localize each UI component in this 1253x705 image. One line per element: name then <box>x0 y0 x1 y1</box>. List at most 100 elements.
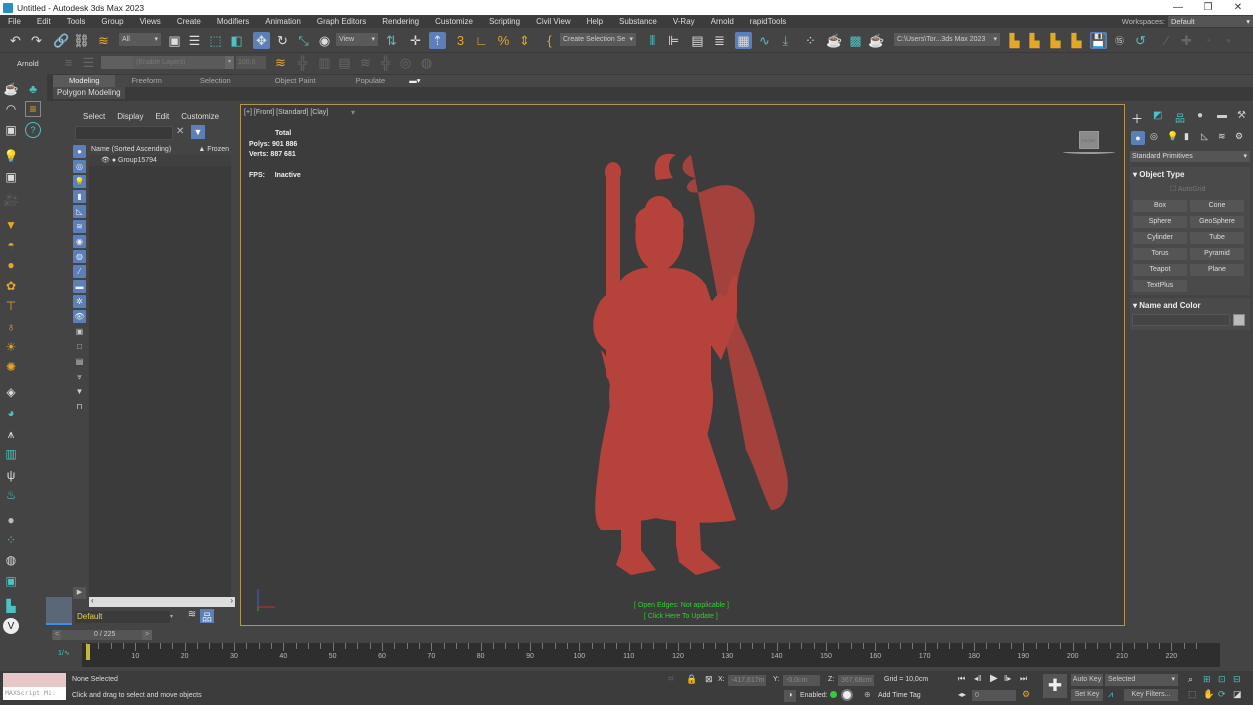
scene-explorer-toggle-icon[interactable]: ≡ <box>25 101 41 117</box>
material-editor-icon[interactable]: ⁘ <box>802 32 819 49</box>
display-frozen-icon[interactable]: ▤ <box>73 355 86 368</box>
list-item[interactable]: 👁 ● Group15794 <box>89 155 231 166</box>
layers-stack-icon[interactable]: ☰ <box>80 54 97 71</box>
next-key-icon[interactable]: ‖▸ <box>1004 674 1011 683</box>
menu-civil-view[interactable]: Civil View <box>528 17 579 26</box>
set-key-button[interactable]: Set Key <box>1071 689 1103 701</box>
close-button[interactable]: ✕ <box>1222 0 1253 15</box>
menu-modifiers[interactable]: Modifiers <box>209 17 257 26</box>
menu-vray[interactable]: V-Ray <box>665 17 703 26</box>
display-references-icon[interactable]: □ <box>73 340 86 353</box>
named-selection-dropdown[interactable]: Create Selection Se <box>560 33 636 46</box>
brush-icon[interactable]: ⁄ <box>1158 32 1175 49</box>
material-library-icon[interactable]: ⁘ <box>3 532 19 548</box>
menu-graph-editors[interactable]: Graph Editors <box>309 17 374 26</box>
x-coordinate-field[interactable]: -417,617m <box>728 675 766 686</box>
autobackup-icon[interactable]: ⑮ <box>1111 32 1128 49</box>
menu-create[interactable]: Create <box>169 17 209 26</box>
arch-icon[interactable]: ◠ <box>3 101 19 117</box>
grass-icon[interactable]: ψ <box>3 467 19 483</box>
layer-tool-icon-6[interactable]: ◎ <box>397 54 414 71</box>
key-mode-dropdown[interactable]: Selected ▾ <box>1105 674 1178 686</box>
menu-rapidtools[interactable]: rapidTools <box>742 17 794 26</box>
curve-editor-toggle-icon[interactable]: 1/∿ <box>58 649 70 657</box>
sphere-button[interactable]: Sphere <box>1133 216 1187 228</box>
maxscript-listener[interactable] <box>3 673 66 687</box>
layer-stack-icon[interactable]: ≋ <box>185 609 199 623</box>
layer-dropdown[interactable]: (Enable Layers) <box>133 56 225 69</box>
align-icon[interactable]: ⊫ <box>665 32 682 49</box>
viewport-filter-icon[interactable]: ▾ <box>351 108 355 117</box>
vray-toolbar-icon[interactable]: ▙ <box>3 598 19 614</box>
tab-object-paint[interactable]: Object Paint <box>253 75 338 87</box>
click-update-link[interactable]: [ Click Here To Update ] <box>644 613 718 620</box>
cameras-icon[interactable]: ▮ <box>1184 131 1189 142</box>
dot-icon-2[interactable]: ● <box>1220 32 1237 49</box>
menu-views[interactable]: Views <box>132 17 169 26</box>
layer-tool-icon-7[interactable]: ◍ <box>418 54 435 71</box>
layer-explorer-icon[interactable]: ≣ <box>711 32 728 49</box>
auto-key-button[interactable]: Auto Key <box>1071 674 1103 686</box>
goto-start-icon[interactable]: ⏮ <box>958 674 965 684</box>
scroll-right-icon[interactable]: › <box>230 596 233 605</box>
funnel-icon[interactable]: ▼ <box>73 385 86 398</box>
helpers-icon[interactable]: ◺ <box>1201 131 1208 142</box>
ribbon-options-icon[interactable]: ▬▾ <box>403 75 426 87</box>
eye-icon[interactable]: 👁 <box>101 157 110 164</box>
material-sphere-icon[interactable]: ● <box>3 512 19 528</box>
image-icon[interactable]: ▣ <box>3 573 19 589</box>
object-name-input[interactable] <box>1132 314 1230 326</box>
spinner-snap-icon[interactable]: ⇕ <box>516 32 533 49</box>
sphere-light-icon[interactable]: ● <box>3 257 19 273</box>
window-crossing-icon[interactable]: ◧ <box>228 32 245 49</box>
spotlight-icon[interactable]: ▼ <box>3 217 19 233</box>
select-move-icon[interactable]: ✥ <box>253 32 270 49</box>
play-icon[interactable]: ▶ <box>990 673 998 684</box>
mesh-light-icon[interactable]: ✿ <box>3 278 19 294</box>
clear-search-icon[interactable]: ✕ <box>176 126 184 137</box>
project-folder-icon[interactable]: ▙ <box>1026 32 1043 49</box>
project-save-icon[interactable]: ▙ <box>1047 32 1064 49</box>
search-input[interactable] <box>75 126 173 140</box>
select-object-icon[interactable]: ▣ <box>166 32 183 49</box>
photometric-light-icon[interactable]: ⊤ <box>3 298 19 314</box>
filter-icon[interactable]: ▼ <box>191 125 205 139</box>
sphere-fade-icon[interactable]: ◕ <box>3 405 19 421</box>
layer-dropdown[interactable]: Default <box>75 611 170 623</box>
zoom-extents-icon[interactable]: ⊡ <box>1218 674 1226 685</box>
proxy-icon[interactable]: ◈ <box>3 384 19 400</box>
tab-selection[interactable]: Selection <box>178 75 253 87</box>
keyboard-shortcut-override-icon[interactable]: ⇡ <box>429 32 446 49</box>
ref-coord-dropdown[interactable]: View <box>336 33 378 46</box>
object-color-swatch[interactable] <box>1233 314 1245 326</box>
teapot-icon[interactable]: ☕ <box>3 81 19 97</box>
render-frame-icon[interactable]: ▣ <box>3 122 19 138</box>
menu-animation[interactable]: Animation <box>257 17 309 26</box>
key-tangent-icon[interactable]: ⩘ <box>1108 689 1113 700</box>
render-production-icon[interactable]: ☕ <box>868 32 885 49</box>
save-icon[interactable]: 💾 <box>1090 32 1107 49</box>
name-color-title[interactable]: ▾ Name and Color <box>1133 301 1201 310</box>
curve-editor-icon[interactable]: ∿ <box>756 32 773 49</box>
primitive-type-dropdown[interactable]: Standard Primitives ▾ <box>1130 151 1250 162</box>
prev-frame-button[interactable]: < <box>53 630 61 640</box>
dot-icon[interactable]: ● <box>1200 32 1217 49</box>
geometry-icon[interactable]: ● <box>1131 131 1145 145</box>
tab-freeform[interactable]: Freeform <box>115 75 177 87</box>
menu-select[interactable]: Select <box>83 112 105 121</box>
menu-help[interactable]: Help <box>579 17 611 26</box>
time-config-icon[interactable]: ⚙ <box>1022 689 1030 700</box>
utilities-tab-icon[interactable]: ⚒ <box>1237 110 1246 121</box>
set-key-big-button[interactable]: ✚ <box>1043 674 1067 698</box>
light-icon[interactable]: 💡 <box>3 148 19 164</box>
next-frame-button[interactable]: > <box>142 630 152 640</box>
selection-set-icon[interactable]: ⊓ <box>73 400 86 413</box>
isolate-icon[interactable]: ⌗ <box>668 674 674 685</box>
history-icon[interactable]: ↺ <box>1132 32 1149 49</box>
scroll-left-icon[interactable]: ‹ <box>91 596 94 605</box>
vray-logo-icon[interactable]: V <box>3 618 19 634</box>
menu-rendering[interactable]: Rendering <box>374 17 427 26</box>
select-place-icon[interactable]: ◉ <box>316 32 333 49</box>
cross-icon[interactable]: ✚ <box>1178 32 1195 49</box>
viewcube-ring[interactable] <box>1063 150 1115 154</box>
